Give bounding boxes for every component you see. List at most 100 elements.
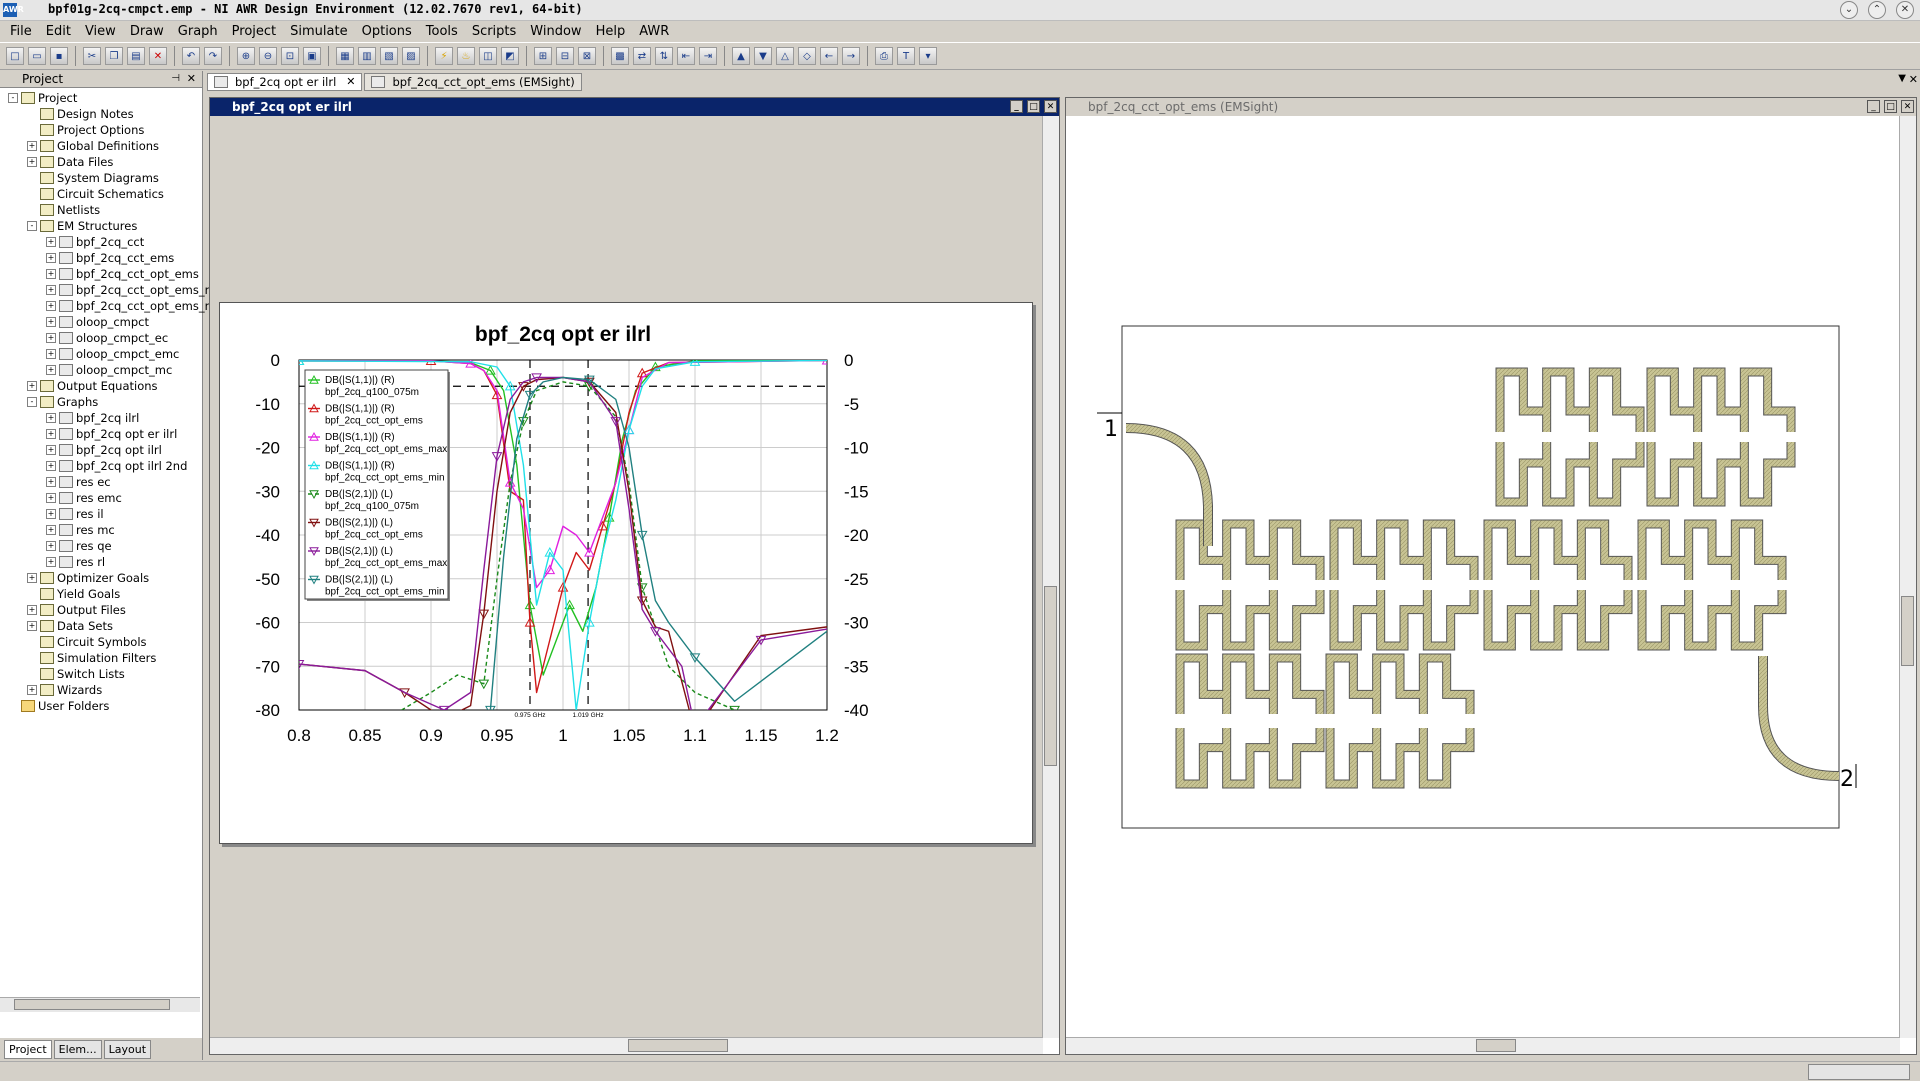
tree-item[interactable]: + oloop_cmpct_emc: [46, 346, 179, 362]
tree-item[interactable]: + bpf_2cq opt ilrl 2nd: [46, 458, 187, 474]
menu-view[interactable]: View: [85, 24, 116, 39]
expand-icon[interactable]: +: [27, 685, 37, 695]
tree-item[interactable]: + Wizards: [27, 682, 102, 698]
tree-item[interactable]: + bpf_2cq_cct_opt_ems: [46, 266, 199, 282]
tree-item[interactable]: + bpf_2cq opt ilrl: [46, 442, 162, 458]
tab-graph-doc[interactable]: bpf_2cq opt er ilrl ✕: [207, 73, 363, 91]
save-icon[interactable]: ▪: [50, 47, 68, 65]
scroll-thumb[interactable]: [1044, 586, 1057, 766]
tabs-dropdown-icon[interactable]: ▼: [1898, 73, 1906, 84]
expand-icon[interactable]: +: [46, 509, 56, 519]
max-icon[interactable]: ▲: [732, 47, 750, 65]
menu-draw[interactable]: Draw: [130, 24, 164, 39]
variable-icon[interactable]: ⊠: [578, 47, 596, 65]
analyze-icon[interactable]: ⚡: [435, 47, 453, 65]
tree-item[interactable]: Simulation Filters: [27, 650, 156, 666]
ref-icon[interactable]: ◇: [798, 47, 816, 65]
text-icon[interactable]: T: [897, 47, 915, 65]
cut-icon[interactable]: ✂: [83, 47, 101, 65]
graph-hscroll[interactable]: [210, 1037, 1043, 1054]
tree-item[interactable]: + Data Files: [27, 154, 113, 170]
maximize-icon[interactable]: □: [1884, 100, 1897, 113]
window-restore-button[interactable]: ⌄: [1840, 1, 1858, 19]
new-file-icon[interactable]: □: [6, 47, 24, 65]
menu-window[interactable]: Window: [530, 24, 581, 39]
print-icon[interactable]: ⎙: [875, 47, 893, 65]
window-close-button[interactable]: ✕: [1896, 1, 1914, 19]
tree-item[interactable]: + Global Definitions: [27, 138, 159, 154]
expand-icon[interactable]: +: [46, 285, 56, 295]
menu-tools[interactable]: Tools: [426, 24, 458, 39]
menu-file[interactable]: File: [10, 24, 32, 39]
scroll-thumb[interactable]: [1476, 1039, 1516, 1052]
scroll-thumb[interactable]: [1901, 596, 1914, 666]
tree-item[interactable]: - Project: [8, 90, 77, 106]
layout-canvas[interactable]: 1 2: [1066, 116, 1900, 1038]
expand-icon[interactable]: +: [46, 349, 56, 359]
expand-icon[interactable]: +: [46, 333, 56, 343]
tree-item[interactable]: Switch Lists: [27, 666, 125, 682]
minimize-icon[interactable]: _: [1867, 100, 1880, 113]
tree-item[interactable]: + Output Files: [27, 602, 126, 618]
tuner-icon[interactable]: ⊟: [556, 47, 574, 65]
optimize-icon[interactable]: ◫: [479, 47, 497, 65]
menu-scripts[interactable]: Scripts: [472, 24, 516, 39]
tree-item[interactable]: - Graphs: [27, 394, 98, 410]
tree-item[interactable]: + bpf_2cq_cct_opt_ems_n: [46, 282, 212, 298]
tree-item[interactable]: + bpf_2cq_cct_ems: [46, 250, 174, 266]
graph-options-icon[interactable]: ▾: [919, 47, 937, 65]
arrow-right-icon[interactable]: →: [842, 47, 860, 65]
add-em-icon[interactable]: ▧: [380, 47, 398, 65]
expand-icon[interactable]: +: [27, 573, 37, 583]
pin-icon[interactable]: ⊣: [171, 71, 180, 87]
expand-icon[interactable]: +: [46, 557, 56, 567]
redo-icon[interactable]: ↷: [204, 47, 222, 65]
project-hscroll[interactable]: [0, 997, 200, 1012]
menu-simulate[interactable]: Simulate: [290, 24, 347, 39]
min-icon[interactable]: ▼: [754, 47, 772, 65]
zoom-in-icon[interactable]: ⊕: [237, 47, 255, 65]
tree-item[interactable]: + oloop_cmpct_mc: [46, 362, 172, 378]
close-tab-icon[interactable]: ✕: [346, 74, 355, 90]
paste-icon[interactable]: ▤: [127, 47, 145, 65]
tree-item[interactable]: Circuit Symbols: [27, 634, 147, 650]
scroll-thumb[interactable]: [628, 1039, 728, 1052]
add-schematic-icon[interactable]: ▦: [336, 47, 354, 65]
expand-icon[interactable]: +: [27, 381, 37, 391]
open-folder-icon[interactable]: ▭: [28, 47, 46, 65]
layout-icon[interactable]: ▩: [611, 47, 629, 65]
tree-item[interactable]: System Diagrams: [27, 170, 159, 186]
copy-icon[interactable]: ❐: [105, 47, 123, 65]
close-icon[interactable]: ✕: [1901, 100, 1914, 113]
expand-icon[interactable]: +: [27, 157, 37, 167]
expand-icon[interactable]: +: [46, 317, 56, 327]
tabs-close-icon[interactable]: ✕: [1909, 73, 1918, 86]
tree-item[interactable]: + res emc: [46, 490, 122, 506]
expand-icon[interactable]: +: [27, 605, 37, 615]
delete-icon[interactable]: ✕: [149, 47, 167, 65]
menu-options[interactable]: Options: [362, 24, 412, 39]
graph-vscroll[interactable]: [1042, 116, 1059, 1038]
expand-icon[interactable]: +: [46, 525, 56, 535]
graph-plot[interactable]: bpf_2cq opt er ilrl 0.8 0.85 0.9 0.95 1 1.05 1.…: [219, 302, 1033, 844]
add-graph-icon[interactable]: ▨: [402, 47, 420, 65]
tree-item[interactable]: + res qe: [46, 538, 112, 554]
align-left-icon[interactable]: ⇤: [677, 47, 695, 65]
tree-item[interactable]: + res ec: [46, 474, 111, 490]
view-all-icon[interactable]: ▣: [303, 47, 321, 65]
tree-item[interactable]: + Output Equations: [27, 378, 158, 394]
arrow-left-icon[interactable]: ←: [820, 47, 838, 65]
collapse-icon[interactable]: -: [8, 93, 18, 103]
tree-item[interactable]: - EM Structures: [27, 218, 137, 234]
maximize-icon[interactable]: □: [1027, 100, 1040, 113]
tree-item[interactable]: User Folders: [8, 698, 109, 714]
layout-vscroll[interactable]: [1899, 116, 1916, 1038]
expand-icon[interactable]: +: [46, 477, 56, 487]
layout-hscroll[interactable]: [1066, 1037, 1900, 1054]
menu-help[interactable]: Help: [596, 24, 626, 39]
collapse-icon[interactable]: -: [27, 397, 37, 407]
minimize-icon[interactable]: _: [1010, 100, 1023, 113]
expand-icon[interactable]: +: [46, 493, 56, 503]
tree-item[interactable]: Circuit Schematics: [27, 186, 164, 202]
close-icon[interactable]: ✕: [187, 71, 196, 87]
